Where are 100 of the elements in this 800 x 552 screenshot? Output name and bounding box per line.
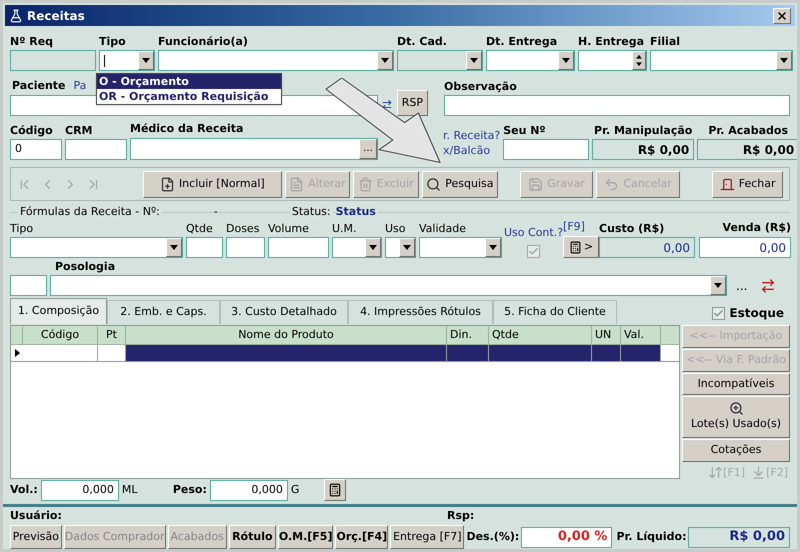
dropdown-option[interactable]: OR - Orçamento Requisição	[97, 89, 281, 104]
discount-field[interactable]: 0,00 %	[521, 526, 612, 548]
field-label: Dt. Cad.	[397, 35, 448, 49]
tab[interactable]: 4. Impressões Rótulos	[348, 300, 493, 324]
dropdown-field[interactable]	[419, 237, 502, 258]
input-field[interactable]	[186, 237, 223, 258]
dropdown-field[interactable]	[10, 237, 183, 258]
rsp-button[interactable]: RSP	[396, 90, 428, 116]
flask-icon	[9, 8, 23, 22]
dropdown-field[interactable]	[50, 275, 727, 296]
dropdown-field[interactable]	[332, 237, 382, 258]
column-header: Qtde	[489, 326, 592, 344]
field-label: Pr. Acabados	[707, 124, 790, 138]
column-header: Val.	[621, 326, 661, 344]
checkbox[interactable]	[712, 306, 726, 320]
side-button[interactable]: Incompatíveis	[682, 372, 790, 396]
field-label: Vol.:	[10, 483, 38, 497]
field-label: Filial	[650, 35, 682, 49]
grid-row[interactable]	[11, 345, 679, 362]
field-label: Código	[10, 124, 54, 138]
input-field[interactable]	[444, 95, 790, 116]
dropdown-field[interactable]	[397, 50, 483, 71]
save-icon	[528, 176, 544, 192]
input-field[interactable]	[503, 139, 590, 160]
zoom-icon	[728, 401, 744, 416]
transfer-icon[interactable]	[760, 278, 776, 294]
field-label: Dt. Entrega	[486, 35, 558, 49]
cost-field[interactable]: 0,00	[599, 237, 696, 258]
table-cell[interactable]	[126, 345, 447, 361]
side-button[interactable]: Lote(s) Usado(s)	[682, 396, 790, 438]
footer-button[interactable]: O.M.[F5]	[278, 525, 334, 549]
swap-icon	[708, 465, 724, 480]
new-file-icon	[160, 176, 175, 192]
toolbar-button[interactable]: Fechar	[712, 170, 784, 198]
input-field[interactable]	[268, 237, 329, 258]
input-field[interactable]	[65, 139, 127, 160]
input-field[interactable]	[10, 50, 96, 71]
dropdown-field[interactable]	[385, 237, 416, 258]
window-title: Receitas	[27, 8, 85, 24]
calculator-button[interactable]	[324, 479, 346, 501]
field-label: H. Entrega	[578, 35, 645, 49]
calculator-button[interactable]: >	[563, 236, 600, 258]
field-label: Validade	[419, 222, 467, 236]
dropdown-field[interactable]	[99, 50, 155, 71]
field-label: Venda (R$)	[722, 221, 792, 235]
dropdown-field[interactable]	[486, 50, 575, 71]
input-field[interactable]	[226, 237, 265, 258]
field-label: Peso:	[172, 483, 207, 497]
import-icon	[751, 465, 766, 480]
dropdown-field[interactable]	[158, 50, 394, 71]
toolbar-button[interactable]: Incluir [Normal]	[142, 170, 282, 198]
input-field[interactable]: ...	[130, 138, 378, 160]
field-value: 0	[15, 141, 22, 158]
tab[interactable]: 3. Custo Detalhado	[220, 300, 348, 324]
footer-button[interactable]: Entrega [F7]	[390, 525, 464, 549]
calculator-icon	[328, 483, 342, 497]
table-cell[interactable]	[621, 345, 661, 361]
price-value: R$ 0,00	[742, 142, 794, 158]
field-label: Uso	[385, 222, 407, 236]
close-icon	[776, 10, 788, 22]
more-text[interactable]: ...	[736, 276, 748, 294]
input-field[interactable]: 0,000	[210, 480, 288, 500]
field-label: Volume	[268, 222, 310, 236]
trash-icon	[358, 176, 373, 192]
field-label: Tipo	[10, 222, 34, 236]
dropdown-field[interactable]	[650, 50, 793, 71]
input-field[interactable]	[10, 275, 47, 296]
price-field[interactable]: R$ 0,00	[697, 139, 797, 160]
column-header: Din.	[447, 326, 489, 344]
field-label: Uso Cont.?	[504, 226, 564, 240]
column-header: Pt	[98, 326, 126, 344]
footer-button[interactable]: Orç.[F4]	[335, 525, 388, 549]
table-cell[interactable]	[489, 345, 592, 361]
tab[interactable]: 1. Composição	[10, 298, 107, 324]
ellipsis-button[interactable]: ...	[359, 139, 377, 159]
toolbar-button[interactable]: Pesquisa	[422, 170, 498, 198]
table-cell[interactable]	[592, 345, 621, 361]
total-field[interactable]: R$ 0,00	[688, 526, 790, 548]
dropdown-option[interactable]: O - Orçamento	[97, 74, 281, 89]
column-header: Nome do Produto	[126, 326, 447, 344]
price-field[interactable]: R$ 0,00	[592, 139, 694, 160]
spin-buttons-icon[interactable]	[632, 51, 646, 70]
rsp-label: Rsp:	[447, 509, 474, 523]
link-text[interactable]: Pa	[74, 79, 86, 93]
footer-button[interactable]: Rótulo	[228, 525, 276, 549]
price-field[interactable]: 0,00	[699, 237, 792, 258]
input-field[interactable]: 0,000	[40, 480, 119, 500]
field-value: 0,000	[82, 482, 114, 498]
field-label: Doses	[226, 222, 260, 236]
text-cursor	[104, 54, 105, 66]
table-cell[interactable]	[447, 345, 489, 361]
tab[interactable]: 2. Emb. e Caps.	[107, 300, 220, 324]
field-value: 0,000	[251, 482, 283, 498]
side-button[interactable]: Cotações	[682, 438, 790, 462]
close-button[interactable]	[773, 8, 791, 24]
time-field[interactable]	[578, 50, 647, 71]
input-field[interactable]: 0	[10, 139, 62, 160]
tab[interactable]: 5. Ficha do Cliente	[493, 300, 617, 324]
field-label: Pr. Manipulação	[593, 124, 694, 138]
footer-button[interactable]: Previsão	[10, 525, 62, 549]
